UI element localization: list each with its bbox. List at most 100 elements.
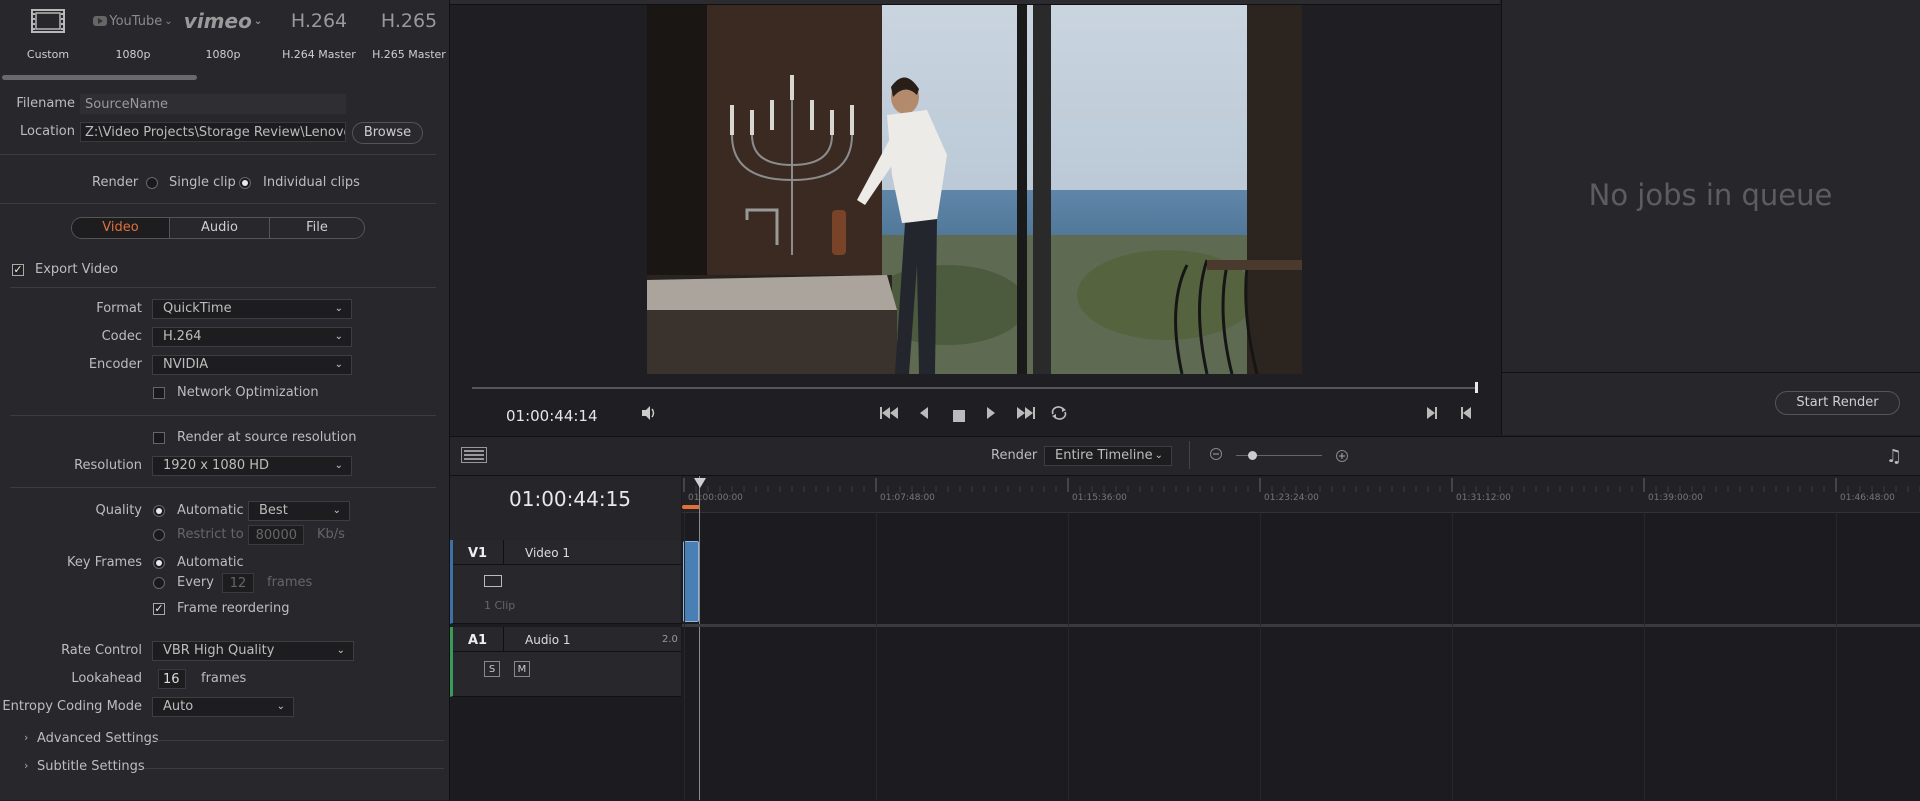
solo-button[interactable]: S [484, 661, 500, 677]
lookahead-unit: frames [201, 671, 247, 686]
single-clip-radio[interactable] [146, 177, 158, 189]
mute-button[interactable]: M [514, 661, 530, 677]
track-name-v1: Video 1 [525, 546, 571, 560]
chevron-down-icon: ⌄ [334, 359, 343, 370]
quality-automatic-radio[interactable] [153, 505, 165, 517]
bitrate-field[interactable]: 80000 [248, 525, 304, 545]
start-render-button[interactable]: Start Render [1775, 391, 1900, 415]
quality-level-dropdown[interactable]: Best ⌄ [248, 501, 350, 521]
ruler-label: 01:31:12:00 [1456, 493, 1511, 503]
quality-restrict-radio[interactable] [153, 529, 165, 541]
format-dropdown[interactable]: QuickTime ⌄ [152, 299, 352, 319]
h265-text-icon: H.265 [380, 10, 438, 32]
track-id-a1: A1 [468, 633, 488, 648]
tab-file[interactable]: File [270, 218, 364, 238]
single-clip-label: Single clip [169, 175, 236, 190]
chevron-down-icon: ⌄ [334, 331, 343, 342]
render-range-dropdown[interactable]: Entire Timeline ⌄ [1044, 446, 1172, 466]
music-note-icon[interactable]: ♫ [1886, 446, 1902, 467]
track-divider [453, 651, 681, 652]
location-field[interactable]: Z:\Video Projects\Storage Review\Lenovo … [80, 122, 346, 142]
timeline-view-icon[interactable] [461, 447, 487, 467]
track-divider [503, 540, 504, 564]
chevron-down-icon: ⌄ [276, 701, 285, 712]
toolbar-divider [1189, 441, 1190, 469]
zoom-out-icon[interactable] [1210, 448, 1222, 463]
step-back-icon[interactable] [919, 406, 929, 424]
film-icon [3, 6, 93, 36]
export-video-checkbox[interactable]: ✓ [12, 264, 24, 276]
preset-label: H.265 Master [372, 48, 446, 61]
zoom-slider-handle[interactable] [1248, 451, 1257, 460]
format-value: QuickTime [163, 301, 232, 316]
rate-control-dropdown[interactable]: VBR High Quality ⌄ [152, 641, 354, 661]
keyframes-automatic-radio[interactable] [153, 557, 165, 569]
individual-clips-radio[interactable] [239, 177, 251, 189]
timeline-ruler[interactable]: 01:00:00:00 01:07:48:00 01:15:36:00 01:2… [682, 476, 1920, 513]
render-range-value: Entire Timeline [1055, 448, 1153, 463]
preset-scrollbar[interactable] [2, 75, 197, 80]
network-optimization-checkbox[interactable] [153, 387, 165, 399]
filename-label: Filename [16, 96, 75, 111]
chevron-right-icon: › [24, 759, 29, 772]
export-video-label: Export Video [35, 262, 119, 277]
quality-label: Quality [95, 503, 142, 518]
render-queue-panel [1501, 0, 1920, 435]
encoder-label: Encoder [88, 357, 142, 372]
lookahead-label: Lookahead [71, 671, 142, 686]
timeline-playhead-handle[interactable] [694, 478, 706, 488]
keyframes-every-field[interactable]: 12 [222, 573, 254, 593]
quality-level-value: Best [259, 503, 288, 518]
go-to-end-icon[interactable] [1015, 406, 1035, 424]
subtitle-settings-section[interactable]: › Subtitle Settings [24, 759, 444, 777]
viewer-timecode: 01:00:44:14 [506, 407, 598, 425]
codec-dropdown[interactable]: H.264 ⌄ [152, 327, 352, 347]
resolution-dropdown[interactable]: 1920 x 1080 HD ⌄ [152, 456, 352, 476]
audio-channels: 2.0 [662, 634, 678, 645]
go-to-start-icon[interactable] [880, 406, 900, 424]
stop-icon[interactable] [953, 408, 965, 426]
viewer-playhead[interactable] [1475, 382, 1478, 393]
resolution-label: Resolution [74, 458, 142, 473]
ruler-label: 01:23:24:00 [1264, 493, 1319, 503]
entropy-dropdown[interactable]: Auto ⌄ [152, 697, 294, 717]
filename-field[interactable]: SourceName [80, 94, 346, 114]
track-header-a1[interactable]: A1 Audio 1 2.0 S M [450, 627, 681, 697]
loop-icon[interactable] [1050, 405, 1068, 425]
preset-youtube[interactable]: YouTube ⌄ 1080p [88, 6, 178, 61]
track-name-a1: Audio 1 [525, 633, 571, 647]
track-separator [682, 624, 1920, 627]
timeline-render-label: Render [991, 448, 1038, 463]
chevron-right-icon: › [24, 731, 29, 744]
play-icon[interactable] [986, 406, 996, 424]
preset-custom[interactable]: Custom [3, 6, 93, 61]
advanced-settings-section[interactable]: › Advanced Settings [24, 731, 444, 749]
volume-icon[interactable] [640, 405, 658, 425]
zoom-in-icon[interactable] [1336, 448, 1348, 466]
preset-h265-master[interactable]: H.265 H.265 Master [364, 6, 454, 61]
frame-reordering-checkbox[interactable]: ✓ [153, 603, 165, 615]
render-source-resolution-checkbox[interactable] [153, 432, 165, 444]
preset-vimeo[interactable]: vimeo ⌄ 1080p [178, 6, 268, 61]
timeline-playhead[interactable] [699, 476, 700, 800]
ruler-label: 01:07:48:00 [880, 493, 935, 503]
in-out-marker[interactable] [682, 505, 700, 509]
track-header-v1[interactable]: V1 Video 1 1 Clip [450, 540, 681, 624]
browse-button[interactable]: Browse [352, 122, 423, 144]
preset-label: Custom [26, 48, 70, 61]
mark-in-icon[interactable] [1426, 406, 1438, 424]
lookahead-field[interactable]: 16 [158, 669, 186, 689]
settings-tabs: Video Audio File [71, 217, 365, 239]
keyframes-every-radio[interactable] [153, 577, 165, 589]
preset-h264-master[interactable]: H.264 H.264 Master [274, 6, 364, 61]
clip-view-icon[interactable] [484, 575, 502, 587]
track-divider [453, 564, 681, 565]
tab-audio[interactable]: Audio [170, 218, 270, 238]
video-clip[interactable] [683, 541, 699, 622]
viewer-scrubber[interactable] [472, 387, 1478, 389]
chevron-down-icon: ⌄ [332, 505, 341, 516]
encoder-dropdown[interactable]: NVIDIA ⌄ [152, 355, 352, 375]
preset-label: H.264 Master [282, 48, 356, 61]
mark-out-icon[interactable] [1460, 406, 1472, 424]
tab-video[interactable]: Video [72, 218, 170, 238]
